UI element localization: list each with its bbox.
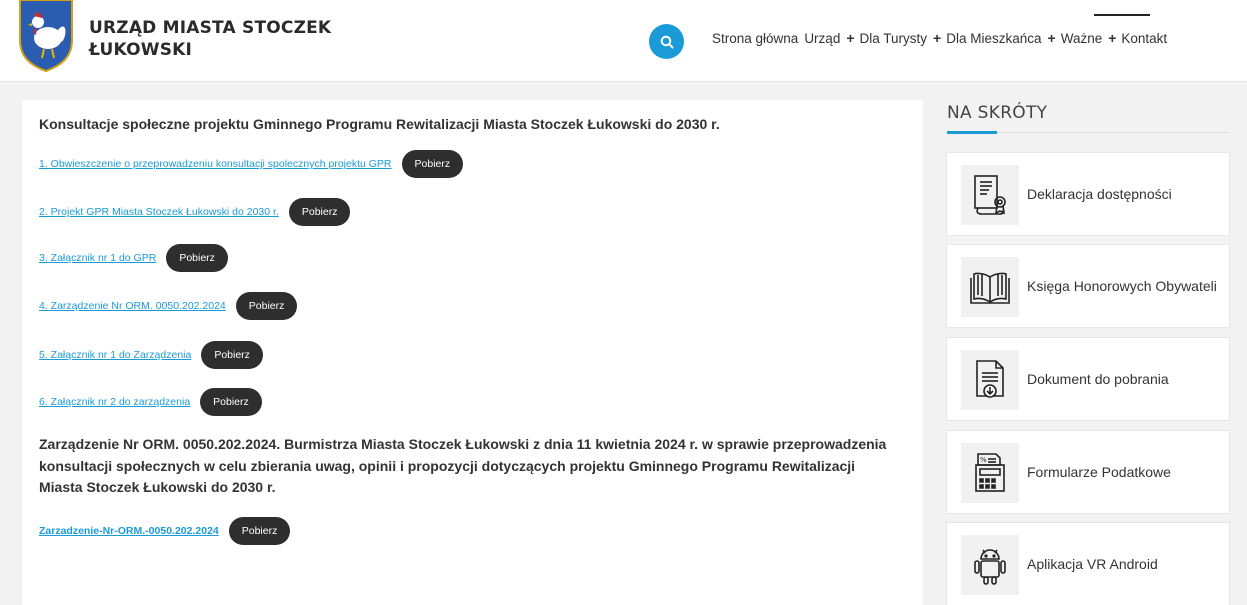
shortcut-label: Formularze Podatkowe	[1027, 463, 1171, 480]
search-icon	[660, 35, 673, 48]
coat-of-arms-logo[interactable]	[18, 0, 74, 73]
nav-item-tourists[interactable]: Dla Turysty +	[860, 30, 947, 46]
nav-item-label: Ważne	[1060, 30, 1103, 46]
document-link[interactable]: 1. Obwieszczenie o przeprowadzeniu konsu…	[39, 158, 392, 170]
nav-item-important[interactable]: Ważne +	[1061, 30, 1122, 46]
order-description: Zarządzenie Nr ORM. 0050.202.2024. Burmi…	[39, 436, 887, 495]
shortcut-label: Księga Honorowych Obywateli	[1027, 277, 1217, 294]
document-link[interactable]: 4. Zarządzenie Nr ORM. 0050.202.2024	[39, 300, 226, 312]
shortcut-honorary-citizens[interactable]: Księga Honorowych Obywateli	[946, 244, 1230, 328]
download-button[interactable]: Pobierz	[200, 388, 262, 416]
plus-icon: +	[1108, 30, 1117, 46]
nav-item-residents[interactable]: Dla Mieszkańca +	[946, 30, 1060, 46]
document-row: 6. Załącznik nr 2 do zarządzenia Pobierz	[39, 388, 262, 416]
nav-item-home[interactable]: Strona główna	[712, 30, 798, 46]
android-icon	[961, 535, 1019, 595]
document-row: 3. Załącznik nr 1 do GPR Pobierz	[39, 244, 228, 272]
nav-item-label: Dla Mieszkańca	[946, 30, 1042, 46]
certificate-icon	[961, 165, 1019, 225]
order-document-link[interactable]: Zarzadzenie-Nr-ORM.-0050.202.2024	[39, 525, 219, 537]
nav-item-label: Urząd	[804, 30, 841, 46]
document-download-icon	[961, 350, 1019, 410]
site-header: URZĄD MIASTA STOCZEK ŁUKOWSKI Strona głó…	[0, 0, 1247, 82]
site-title[interactable]: URZĄD MIASTA STOCZEK ŁUKOWSKI	[89, 17, 331, 61]
download-button[interactable]: Pobierz	[201, 341, 263, 369]
nav-item-office[interactable]: Urząd +	[804, 30, 859, 46]
search-button[interactable]	[649, 24, 684, 59]
shortcut-tax-forms[interactable]: % Formularze Podatkowe	[946, 430, 1230, 514]
download-button[interactable]: Pobierz	[235, 292, 298, 320]
main-content: Konsultacje społeczne projektu Gminnego …	[22, 100, 923, 605]
plus-icon: +	[933, 30, 942, 46]
document-row: 2. Projekt GPR Miasta Stoczek Łukowski d…	[39, 198, 351, 226]
shortcut-label: Dokument do pobrania	[1027, 370, 1169, 387]
sidebar-accent-bar	[947, 131, 997, 134]
shortcut-vr-android-app[interactable]: Aplikacja VR Android	[946, 522, 1230, 605]
nav-item-label: Dla Turysty	[859, 30, 928, 46]
download-button[interactable]: Pobierz	[288, 198, 351, 226]
section-title: Konsultacje społeczne projektu Gminnego …	[39, 116, 720, 132]
nav-item-contact[interactable]: Kontakt	[1121, 30, 1167, 46]
download-button[interactable]: Pobierz	[228, 517, 291, 545]
download-button[interactable]: Pobierz	[166, 244, 228, 272]
document-link[interactable]: 2. Projekt GPR Miasta Stoczek Łukowski d…	[39, 206, 279, 218]
shortcut-label: Deklaracja dostępności	[1027, 185, 1172, 202]
shortcut-download-document[interactable]: Dokument do pobrania	[946, 337, 1230, 421]
plus-icon: +	[846, 30, 855, 46]
document-row: 5. Załącznik nr 1 do Zarządzenia Pobierz	[39, 341, 263, 369]
shortcut-label: Aplikacja VR Android	[1027, 555, 1158, 572]
document-link[interactable]: 3. Załącznik nr 1 do GPR	[39, 252, 156, 264]
document-link[interactable]: 6. Załącznik nr 2 do zarządzenia	[39, 396, 190, 408]
header-divider	[1094, 14, 1150, 16]
nav-item-label: Strona główna	[712, 30, 799, 46]
document-row: Zarzadzenie-Nr-ORM.-0050.202.2024 Pobier…	[39, 517, 291, 545]
document-row: 1. Obwieszczenie o przeprowadzeniu konsu…	[39, 150, 464, 178]
calculator-icon: %	[961, 443, 1019, 503]
download-button[interactable]: Pobierz	[401, 150, 464, 178]
plus-icon: +	[1047, 30, 1056, 46]
main-navigation: Strona główna Urząd + Dla Turysty + Dla Mi…	[712, 30, 1167, 46]
nav-item-label: Kontakt	[1121, 30, 1168, 46]
site-title-line2: ŁUKOWSKI	[89, 40, 193, 60]
document-row: 4. Zarządzenie Nr ORM. 0050.202.2024 Pob…	[39, 292, 298, 320]
book-icon	[961, 257, 1019, 317]
site-title-line1: URZĄD MIASTA STOCZEK	[89, 18, 332, 38]
shortcut-accessibility-declaration[interactable]: Deklaracja dostępności	[946, 152, 1230, 236]
document-link[interactable]: 5. Załącznik nr 1 do Zarządzenia	[39, 349, 191, 361]
svg-text:%: %	[980, 456, 987, 464]
sidebar-title: NA SKRÓTY	[947, 103, 1048, 123]
